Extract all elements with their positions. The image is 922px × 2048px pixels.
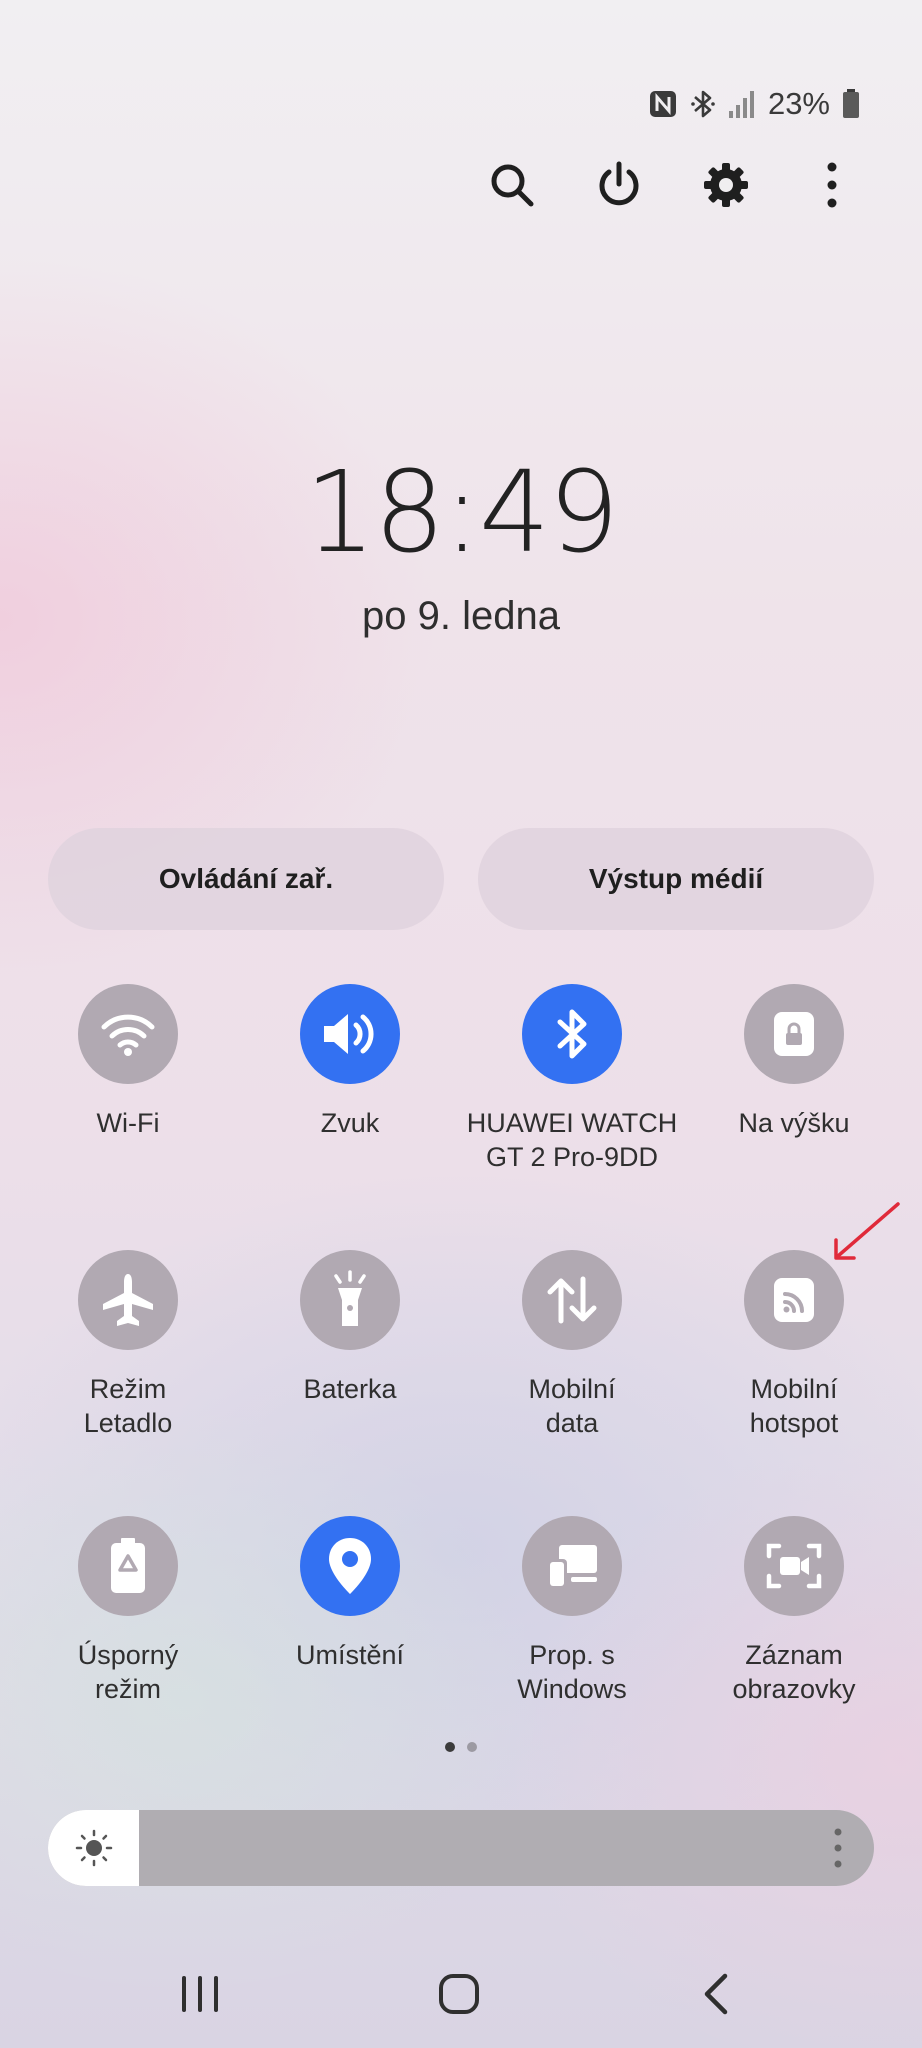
annotation-arrow-icon [834,1202,900,1260]
tile-power-saving[interactable]: Úsporný režim [17,1516,239,1706]
tile-label-line2: GT 2 Pro-9DD [485,1142,659,1172]
tile-label-line2: obrazovky [732,1674,856,1704]
back-button[interactable] [672,1962,762,2026]
rotation-lock-icon [774,1012,814,1056]
search-button[interactable] [477,150,547,220]
speaker-icon [324,1014,374,1054]
hotspot-icon [774,1278,814,1322]
tile-label: Baterka [303,1374,397,1404]
tile-hotspot[interactable]: Mobilní hotspot [683,1250,905,1440]
recents-icon [182,1976,218,2012]
tile-screen-recorder[interactable]: Záznam obrazovky [683,1516,905,1706]
page-indicator-dot-active[interactable] [445,1742,455,1752]
tile-label-line2: režim [95,1674,161,1704]
tile-label-line2: Letadlo [83,1408,173,1438]
tile-link-windows[interactable]: Prop. s Windows [461,1516,683,1706]
power-icon [599,161,639,206]
tile-wifi-toggle[interactable] [78,984,178,1084]
tile-portrait-lock-toggle[interactable] [744,984,844,1084]
tile-flashlight[interactable]: Baterka [239,1250,461,1406]
more-vertical-icon [827,162,837,208]
clock-time: 18:49 [304,448,620,578]
airplane-icon [103,1274,153,1326]
tile-label: Režim Letadlo [17,1372,239,1440]
signal-icon [728,91,754,118]
screen-recorder-icon [766,1543,822,1589]
settings-button[interactable] [691,150,761,220]
home-icon [439,1974,479,2014]
tile-label: Mobilní data [461,1372,683,1440]
tile-label-line2: hotspot [749,1408,839,1438]
tile-label: HUAWEI WATCH GT 2 Pro-9DD [461,1106,683,1174]
tile-label-line1: HUAWEI WATCH [466,1108,678,1138]
media-output-button[interactable]: Výstup médií [478,828,874,930]
bluetooth-icon [557,1009,587,1059]
device-control-button[interactable]: Ovládání zař. [48,828,444,930]
tile-label-line2: Windows [517,1674,627,1704]
bluetooth-icon [691,90,715,118]
tile-label-line1: Prop. s [529,1640,615,1670]
back-icon [704,1973,728,2015]
nfc-icon [649,91,676,117]
tile-flashlight-toggle[interactable] [300,1250,400,1350]
tile-label: Na výšku [738,1108,850,1138]
tile-label-line1: Mobilní [750,1374,838,1404]
settings-gear-icon [704,163,748,207]
tile-wifi[interactable]: Wi-Fi [17,984,239,1140]
tile-label: Umístění [295,1640,405,1670]
tile-mobile-data[interactable]: Mobilní data [461,1250,683,1440]
status-bar: 23% [648,84,860,124]
clock-date: po 9. ledna [362,594,560,638]
tile-location-toggle[interactable] [300,1516,400,1616]
tile-label-line2: data [545,1408,599,1438]
tile-airplane-toggle[interactable] [78,1250,178,1350]
tile-screen-recorder-toggle[interactable] [744,1516,844,1616]
tile-label: Wi-Fi [96,1108,160,1138]
tile-sound[interactable]: Zvuk [239,984,461,1140]
tile-location[interactable]: Umístění [239,1516,461,1672]
tile-label-line1: Mobilní [528,1374,616,1404]
tile-airplane[interactable]: Režim Letadlo [17,1250,239,1440]
power-button[interactable] [584,150,654,220]
tile-power-saving-toggle[interactable] [78,1516,178,1616]
battery-percent: 23% [767,86,830,121]
tile-label: Úsporný režim [17,1638,239,1706]
tile-label: Prop. s Windows [461,1638,683,1706]
tile-label: Záznam obrazovky [683,1638,905,1706]
more-options-button[interactable] [797,150,867,220]
page-indicator-dot[interactable] [467,1742,477,1752]
tile-label-line1: Záznam [745,1640,843,1670]
flashlight-icon [334,1270,366,1326]
tile-bluetooth-toggle[interactable] [522,984,622,1084]
tile-hotspot-toggle[interactable] [744,1250,844,1350]
data-transfer-icon [547,1276,597,1324]
tile-bluetooth[interactable]: HUAWEI WATCH GT 2 Pro-9DD [461,984,683,1174]
link-to-windows-icon [547,1545,597,1589]
tile-label-line1: Režim [89,1374,167,1404]
brightness-slider[interactable] [48,1810,874,1886]
brightness-more-icon[interactable] [832,1824,844,1872]
tile-label: Zvuk [320,1108,380,1138]
search-icon [491,164,534,207]
tile-mobile-data-toggle[interactable] [522,1250,622,1350]
wifi-icon [101,1014,155,1056]
brightness-sun-icon [75,1829,113,1867]
tile-label-line1: Úsporný [77,1640,179,1670]
tile-label: Mobilní hotspot [683,1372,905,1440]
battery-icon [843,89,859,118]
location-pin-icon [329,1538,371,1594]
recents-button[interactable] [155,1962,245,2026]
tile-portrait-lock[interactable]: Na výšku [683,984,905,1140]
tile-link-windows-toggle[interactable] [522,1516,622,1616]
home-button[interactable] [414,1962,504,2026]
battery-saver-icon [111,1538,145,1593]
tile-sound-toggle[interactable] [300,984,400,1084]
